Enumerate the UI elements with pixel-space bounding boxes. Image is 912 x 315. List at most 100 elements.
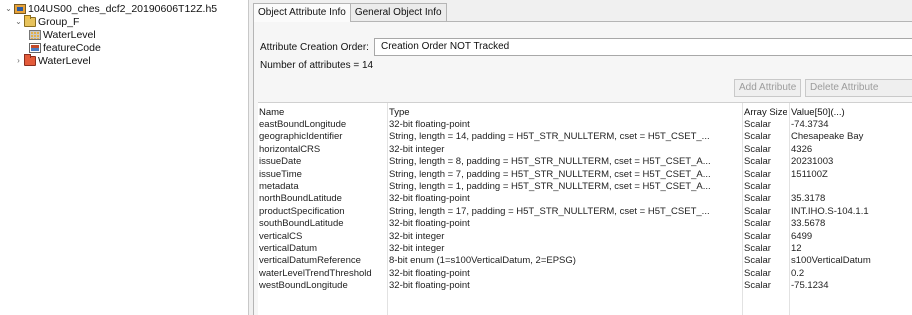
table-row[interactable]: waterLevelTrendThreshold 32-bit floating-…	[258, 267, 912, 280]
attribute-value-cell[interactable]: INT.IHO.S-104.1.1	[790, 205, 912, 218]
tree-root-file[interactable]: ⌄ 104US00_ches_dcf2_20190606T12Z.h5	[4, 2, 217, 16]
attribute-array-size-cell[interactable]: Scalar	[743, 168, 787, 181]
attribute-name-cell[interactable]: northBoundLatitude	[258, 192, 386, 205]
attribute-array-size-cell[interactable]: Scalar	[743, 230, 787, 243]
tree-root-label: 104US00_ches_dcf2_20190606T12Z.h5	[28, 3, 218, 15]
table-dataset-icon	[29, 30, 41, 40]
column-divider[interactable]	[387, 103, 388, 315]
attribute-type-cell[interactable]: String, length = 17, padding = H5T_STR_N…	[388, 205, 742, 218]
attribute-type-cell[interactable]: 32-bit floating-point	[388, 267, 742, 280]
attribute-array-size-cell[interactable]: Scalar	[743, 279, 787, 292]
table-row[interactable]: verticalCS 32-bit integer Scalar 6499	[258, 230, 912, 243]
attribute-array-size-cell[interactable]: Scalar	[743, 130, 787, 143]
attribute-array-size-cell[interactable]: Scalar	[743, 217, 787, 230]
tab-object-attribute-info[interactable]: Object Attribute Info	[253, 3, 351, 22]
attribute-value-cell[interactable]	[790, 180, 912, 193]
attribute-array-size-cell[interactable]: Scalar	[743, 205, 787, 218]
table-row[interactable]: westBoundLongitude 32-bit floating-point S…	[258, 279, 912, 292]
attribute-type-cell[interactable]: 32-bit floating-point	[388, 279, 742, 292]
attribute-name-cell[interactable]: metadata	[258, 180, 386, 193]
attribute-type-cell[interactable]: 32-bit integer	[388, 143, 742, 156]
attribute-array-size-cell[interactable]: Scalar	[743, 143, 787, 156]
tree-dataset-featurecode[interactable]: featureCode	[28, 41, 101, 55]
attribute-array-size-cell[interactable]: Scalar	[743, 254, 787, 267]
attribute-array-size-cell[interactable]: Scalar	[743, 267, 787, 280]
column-divider[interactable]	[742, 103, 743, 315]
table-row[interactable]: horizontalCRS 32-bit integer Scalar 4326	[258, 143, 912, 156]
attribute-value-cell[interactable]: 33.5678	[790, 217, 912, 230]
attribute-value-cell[interactable]: 20231003	[790, 155, 912, 168]
chevron-down-icon[interactable]: ⌄	[14, 15, 23, 29]
table-row[interactable]: verticalDatum 32-bit integer Scalar 12	[258, 242, 912, 255]
chevron-down-icon[interactable]: ⌄	[4, 2, 13, 16]
attribute-name-cell[interactable]: productSpecification	[258, 205, 386, 218]
attribute-name-cell[interactable]: geographicIdentifier	[258, 130, 386, 143]
table-row[interactable]: issueDate String, length = 8, padding = H…	[258, 155, 912, 168]
attribute-array-size-cell[interactable]: Scalar	[743, 155, 787, 168]
attribute-type-cell[interactable]: 8-bit enum (1=s100VerticalDatum, 2=EPSG)	[388, 254, 742, 267]
attribute-value-cell[interactable]: -75.1234	[790, 279, 912, 292]
attribute-value-cell[interactable]: 0.2	[790, 267, 912, 280]
attribute-value-cell[interactable]: Chesapeake Bay	[790, 130, 912, 143]
tree-dataset-waterlevel[interactable]: WaterLevel	[28, 28, 96, 42]
table-row[interactable]: northBoundLatitude 32-bit floating-point S…	[258, 192, 912, 205]
attribute-type-cell[interactable]: String, length = 7, padding = H5T_STR_NU…	[388, 168, 742, 181]
attribute-type-cell[interactable]: String, length = 8, padding = H5T_STR_NU…	[388, 155, 742, 168]
attribute-name-cell[interactable]: issueTime	[258, 168, 386, 181]
attribute-type-cell[interactable]: 32-bit floating-point	[388, 217, 742, 230]
tab-general-object-info[interactable]: General Object Info	[349, 3, 447, 21]
tree-group-f-label: Group_F	[38, 16, 80, 28]
hdf5-file-icon	[14, 4, 26, 14]
attribute-name-cell[interactable]: southBoundLatitude	[258, 217, 386, 230]
object-info-panel: Object Attribute Info General Object Inf…	[248, 0, 912, 315]
tree-group-f[interactable]: ⌄ Group_F	[14, 15, 79, 29]
attribute-type-cell[interactable]: String, length = 1, padding = H5T_STR_NU…	[388, 180, 742, 193]
attribute-name-cell[interactable]: verticalDatumReference	[258, 254, 386, 267]
column-divider[interactable]	[789, 103, 790, 315]
attribute-value-cell[interactable]: 6499	[790, 230, 912, 243]
table-row[interactable]: issueTime String, length = 7, padding = H…	[258, 168, 912, 181]
attribute-value-cell[interactable]: 35.3178	[790, 192, 912, 205]
attribute-array-size-cell[interactable]: Scalar	[743, 242, 787, 255]
tree-dataset-featurecode-label: featureCode	[43, 42, 101, 54]
add-attribute-button[interactable]: Add Attribute	[734, 79, 802, 97]
attribute-type-cell[interactable]: 32-bit floating-point	[388, 192, 742, 205]
attribute-type-cell[interactable]: 32-bit floating-point	[388, 118, 742, 131]
open-folder-icon	[24, 15, 36, 27]
tab-content: Attribute Creation Order: Creation Order…	[253, 21, 912, 315]
attribute-name-cell[interactable]: westBoundLongitude	[258, 279, 386, 292]
attribute-type-cell[interactable]: 32-bit integer	[388, 242, 742, 255]
attribute-name-cell[interactable]: verticalCS	[258, 230, 386, 243]
attribute-name-cell[interactable]: verticalDatum	[258, 242, 386, 255]
attribute-name-cell[interactable]: eastBoundLongitude	[258, 118, 386, 131]
attribute-value-cell[interactable]: s100VerticalDatum	[790, 254, 912, 267]
delete-attribute-button[interactable]: Delete Attribute	[805, 79, 912, 97]
table-row[interactable]: metadata String, length = 1, padding = H5…	[258, 180, 912, 193]
tree-group-waterlevel[interactable]: › WaterLevel	[14, 54, 91, 68]
attribute-type-cell[interactable]: 32-bit integer	[388, 230, 742, 243]
attribute-name-cell[interactable]: issueDate	[258, 155, 386, 168]
dataset-icon	[29, 43, 41, 53]
table-row[interactable]: geographicIdentifier String, length = 14,…	[258, 130, 912, 143]
tab-bar: Object Attribute Info General Object Inf…	[253, 3, 447, 22]
attribute-order-label: Attribute Creation Order:	[260, 42, 369, 53]
attribute-value-cell[interactable]: 4326	[790, 143, 912, 156]
table-row[interactable]: southBoundLatitude 32-bit floating-point S…	[258, 217, 912, 230]
attribute-array-size-cell[interactable]: Scalar	[743, 118, 787, 131]
attribute-array-size-cell[interactable]: Scalar	[743, 192, 787, 205]
table-row[interactable]: productSpecification String, length = 17,…	[258, 205, 912, 218]
attribute-value-cell[interactable]: 12	[790, 242, 912, 255]
attribute-name-cell[interactable]: horizontalCRS	[258, 143, 386, 156]
folder-icon	[24, 54, 36, 66]
attribute-value-cell[interactable]: -74.3734	[790, 118, 912, 131]
attribute-value-cell[interactable]: 151100Z	[790, 168, 912, 181]
file-tree: ⌄ 104US00_ches_dcf2_20190606T12Z.h5 ⌄ Gr…	[0, 0, 240, 315]
attribute-array-size-cell[interactable]: Scalar	[743, 180, 787, 193]
attribute-name-cell[interactable]: waterLevelTrendThreshold	[258, 267, 386, 280]
tree-dataset-waterlevel-label: WaterLevel	[43, 29, 96, 41]
table-row[interactable]: verticalDatumReference 8-bit enum (1=s100…	[258, 254, 912, 267]
table-row[interactable]: eastBoundLongitude 32-bit floating-point S…	[258, 118, 912, 131]
attribute-type-cell[interactable]: String, length = 14, padding = H5T_STR_N…	[388, 130, 742, 143]
attribute-order-select[interactable]: Creation Order NOT Tracked	[374, 38, 912, 56]
chevron-right-icon[interactable]: ›	[14, 54, 23, 68]
